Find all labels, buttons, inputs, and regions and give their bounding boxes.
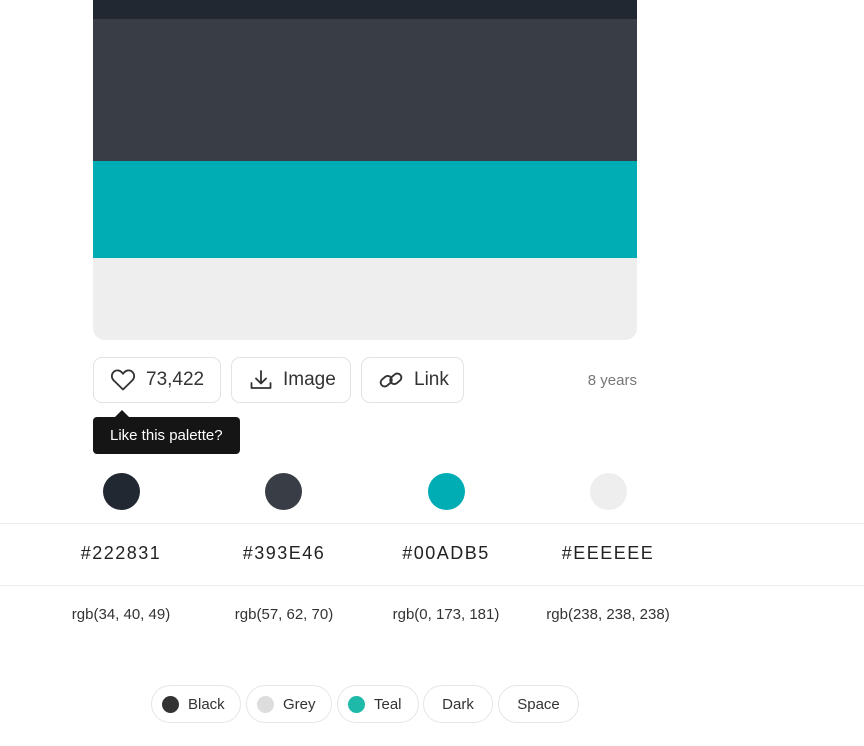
download-image-button[interactable]: Image (231, 357, 351, 403)
rgb-value[interactable]: rgb(34, 40, 49) (31, 606, 211, 623)
color-swatch[interactable] (590, 473, 627, 510)
hex-code[interactable]: #00ADB5 (366, 543, 526, 564)
tag-label: Grey (283, 695, 316, 713)
hex-code[interactable]: #222831 (41, 543, 201, 564)
tag-teal[interactable]: Teal (337, 685, 419, 723)
palette-band-1[interactable] (93, 0, 637, 19)
palette-age: 8 years (587, 372, 637, 389)
hex-code[interactable]: #EEEEEE (528, 543, 688, 564)
like-count: 73,422 (146, 369, 205, 390)
action-bar: 73,422 Image Link 8 years (93, 357, 637, 405)
tag-black[interactable]: Black (151, 685, 241, 723)
color-dot (257, 695, 274, 713)
palette-band-2[interactable] (93, 19, 637, 161)
palette-band-3[interactable] (93, 161, 637, 258)
color-dot (162, 695, 179, 713)
tag-label: Black (188, 695, 225, 713)
download-icon (249, 369, 273, 391)
copy-link-button[interactable]: Link (361, 357, 464, 403)
color-swatch[interactable] (428, 473, 465, 510)
palette-band-4[interactable] (93, 258, 637, 340)
rgb-value[interactable]: rgb(57, 62, 70) (194, 606, 374, 623)
divider (0, 523, 864, 524)
image-label: Image (283, 369, 336, 390)
tag-label: Dark (442, 695, 474, 713)
link-icon (378, 369, 404, 391)
divider (0, 585, 864, 586)
rgb-value[interactable]: rgb(238, 238, 238) (518, 606, 698, 623)
tag-space[interactable]: Space (498, 685, 579, 723)
tag-dark[interactable]: Dark (423, 685, 493, 723)
hex-code[interactable]: #393E46 (204, 543, 364, 564)
tag-label: Teal (374, 695, 402, 713)
rgb-value[interactable]: rgb(0, 173, 181) (356, 606, 536, 623)
palette-preview[interactable] (93, 0, 637, 340)
color-swatch[interactable] (265, 473, 302, 510)
heart-icon (110, 368, 136, 392)
tag-grey[interactable]: Grey (246, 685, 332, 723)
color-dot (348, 695, 365, 713)
color-swatch[interactable] (103, 473, 140, 510)
link-label: Link (414, 369, 449, 390)
like-button[interactable]: 73,422 (93, 357, 221, 403)
tag-label: Space (517, 695, 560, 713)
like-tooltip: Like this palette? (93, 410, 240, 454)
